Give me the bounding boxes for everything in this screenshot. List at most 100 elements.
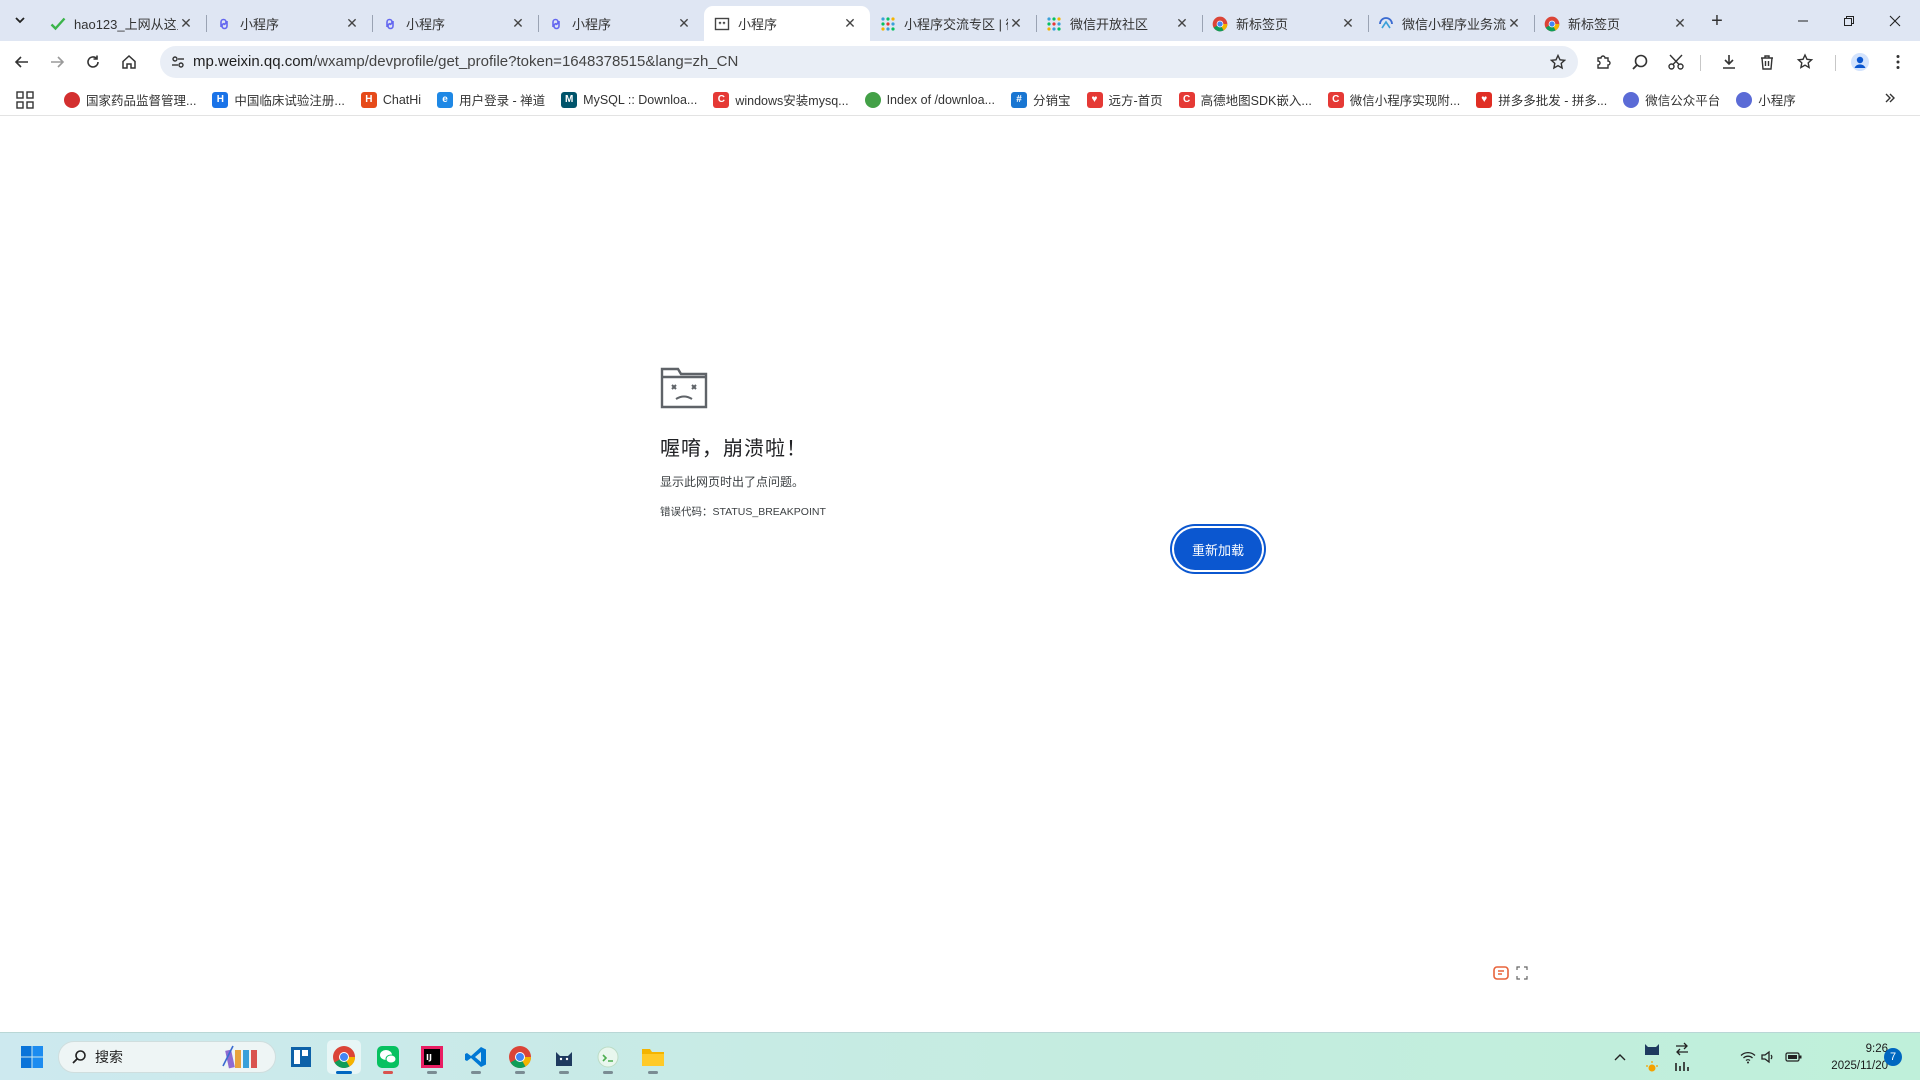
clock-time: 9:26 xyxy=(1865,1043,1888,1055)
windows-taskbar: 搜索 IJ 9:26 2025/11/20 7 xyxy=(0,1032,1920,1080)
favorites-button[interactable] xyxy=(1789,46,1821,78)
bookmark-favicon-icon xyxy=(1623,91,1640,108)
running-indicator xyxy=(427,1071,437,1074)
back-button[interactable] xyxy=(6,46,38,78)
crash-title: 喔唷，崩溃啦！ xyxy=(660,438,807,460)
tab-close-button[interactable]: ✕ xyxy=(178,15,194,32)
tab-3[interactable]: 小程序 ✕ xyxy=(538,6,704,41)
bookmark-star-button[interactable] xyxy=(1546,50,1570,74)
tray-app-icons[interactable] xyxy=(1640,1033,1664,1080)
windows-start-icon[interactable] xyxy=(20,1045,44,1069)
taskbar-chrome-2[interactable] xyxy=(503,1040,537,1074)
taskbar-widgets[interactable] xyxy=(284,1040,318,1074)
cat-icon xyxy=(556,1052,572,1066)
bookmarks-bar: 国家药品监督管理... H 中国临床试验注册... H ChatHi e 用户登录 - 禅道… xyxy=(0,83,1920,116)
close-window-button[interactable] xyxy=(1872,0,1918,41)
meter-tray-icon xyxy=(1675,1062,1689,1071)
tab-close-button[interactable]: ✕ xyxy=(1008,15,1024,32)
bookmark-item[interactable]: C 高德地图SDK嵌入... xyxy=(1171,87,1320,113)
taskbar-file-explorer[interactable] xyxy=(636,1040,670,1074)
bookmark-item[interactable]: 小程序 xyxy=(1728,87,1804,113)
tab-0[interactable]: hao123_上网从这里开始✕ xyxy=(40,6,206,41)
bookmark-item[interactable]: M MySQL :: Downloa... xyxy=(553,87,705,113)
delete-button[interactable] xyxy=(1751,46,1783,78)
reload-page-button[interactable]: 重新加载 xyxy=(1174,528,1262,570)
bookmark-favicon-icon: C xyxy=(1178,91,1195,108)
crash-description: 显示此网页时出了点问题。 xyxy=(660,475,805,489)
search-icon xyxy=(72,1050,86,1064)
search-lens-button[interactable] xyxy=(1624,46,1656,78)
widgets-icon xyxy=(291,1047,311,1067)
url-text[interactable]: mp.weixin.qq.com/wxamp/devprofile/get_pr… xyxy=(193,53,738,70)
bookmark-favicon-icon: ♥ xyxy=(1086,91,1103,108)
tab-close-button[interactable]: ✕ xyxy=(510,15,526,32)
bookmark-item[interactable]: ♥ 远方-首页 xyxy=(1079,87,1171,113)
taskbar-jetbrains[interactable]: IJ xyxy=(415,1040,449,1074)
bookmark-item[interactable]: # 分销宝 xyxy=(1003,87,1079,113)
tab-close-button[interactable]: ✕ xyxy=(676,15,692,32)
tab-close-button[interactable]: ✕ xyxy=(1174,15,1190,32)
extensions-button[interactable] xyxy=(1588,46,1620,78)
volume-status[interactable] xyxy=(1757,1033,1779,1080)
tab-close-button[interactable]: ✕ xyxy=(1340,15,1356,32)
tab-4[interactable]: 小程序 ✕ xyxy=(704,6,870,41)
tab-9[interactable]: 新标签页 ✕ xyxy=(1534,6,1700,41)
screenshot-button[interactable] xyxy=(1660,46,1692,78)
taskbar-wechat-devtools[interactable] xyxy=(591,1040,625,1074)
tab-search-button[interactable] xyxy=(8,8,32,32)
bookmark-item[interactable]: H ChatHi xyxy=(353,87,429,113)
tab-1[interactable]: 小程序 ✕ xyxy=(206,6,372,41)
tab-close-button[interactable]: ✕ xyxy=(344,15,360,32)
tab-title: 小程序 xyxy=(738,17,778,32)
tab-close-button[interactable]: ✕ xyxy=(842,15,858,32)
search-highlight-icon xyxy=(222,1045,257,1069)
minimize-button[interactable] xyxy=(1780,0,1826,41)
bookmark-item[interactable]: 国家药品监督管理... xyxy=(56,87,204,113)
menu-button[interactable] xyxy=(1882,46,1914,78)
sogou-ime-icon[interactable] xyxy=(1492,964,1510,982)
bookmark-label: 微信公众平台 xyxy=(1645,94,1721,108)
bookmark-item[interactable]: Index of /downloa... xyxy=(857,87,1003,113)
site-info-button[interactable] xyxy=(166,50,190,74)
bookmark-item[interactable]: Cwindows安装mysq... xyxy=(705,87,856,113)
bookmark-item[interactable]: H 中国临床试验注册... xyxy=(204,87,352,113)
bookmark-item[interactable]: C 微信小程序实现附... xyxy=(1320,87,1468,113)
taskbar-search-box[interactable]: 搜索 xyxy=(58,1041,276,1073)
downloads-button[interactable] xyxy=(1713,46,1745,78)
notification-badge[interactable]: 7 xyxy=(1884,1048,1902,1066)
tab-5[interactable]: 小程序交流专区 | 微信开放社区✕ xyxy=(870,6,1036,41)
expand-icon[interactable] xyxy=(1516,966,1528,980)
tab-6[interactable]: 微信开放社区 ✕ xyxy=(1036,6,1202,41)
tab-7[interactable]: 新标签页 ✕ xyxy=(1202,6,1368,41)
bookmark-favicon-icon: H xyxy=(212,91,229,108)
taskbar-vscode[interactable] xyxy=(459,1040,493,1074)
address-bar[interactable]: mp.weixin.qq.com/wxamp/devprofile/get_pr… xyxy=(160,46,1578,78)
forward-button[interactable] xyxy=(41,46,73,78)
battery-status[interactable] xyxy=(1782,1033,1806,1080)
bookmark-item[interactable]: e 用户登录 - 禅道 xyxy=(429,87,553,113)
url-path: /wxamp/devprofile/get_profile?token=1648… xyxy=(313,53,739,70)
reload-toolbar-button[interactable] xyxy=(77,46,109,78)
restore-button[interactable] xyxy=(1826,0,1872,41)
bookmark-item[interactable]: 微信公众平台 xyxy=(1615,87,1728,113)
taskbar-chrome[interactable] xyxy=(327,1040,361,1074)
crashed-page-icon xyxy=(714,16,730,32)
taskbar-wechat[interactable] xyxy=(371,1040,405,1074)
profile-button[interactable] xyxy=(1844,46,1876,78)
running-indicator xyxy=(559,1071,569,1074)
tray-overflow-button[interactable] xyxy=(1608,1033,1632,1080)
tab-8[interactable]: 微信小程序业务流程✕ xyxy=(1368,6,1534,41)
new-tab-button[interactable]: + xyxy=(1704,8,1730,34)
chevron-down-icon xyxy=(15,17,25,24)
home-button[interactable] xyxy=(113,46,145,78)
taskbar-cat-app[interactable] xyxy=(547,1040,581,1074)
tab-2[interactable]: 小程序 ✕ xyxy=(372,6,538,41)
bookmarks-overflow-button[interactable] xyxy=(1884,91,1896,109)
tray-app-icons-2[interactable] xyxy=(1670,1033,1694,1080)
tab-close-button[interactable]: ✕ xyxy=(1506,15,1522,32)
apps-grid-icon[interactable] xyxy=(16,91,34,109)
tab-close-button[interactable]: ✕ xyxy=(1672,15,1688,32)
bookmark-favicon-icon: H xyxy=(360,91,377,108)
bookmark-item[interactable]: ♥ 拼多多批发 - 拼多... xyxy=(1468,87,1615,113)
taskbar-clock[interactable]: 9:26 2025/11/20 xyxy=(1812,1041,1888,1075)
